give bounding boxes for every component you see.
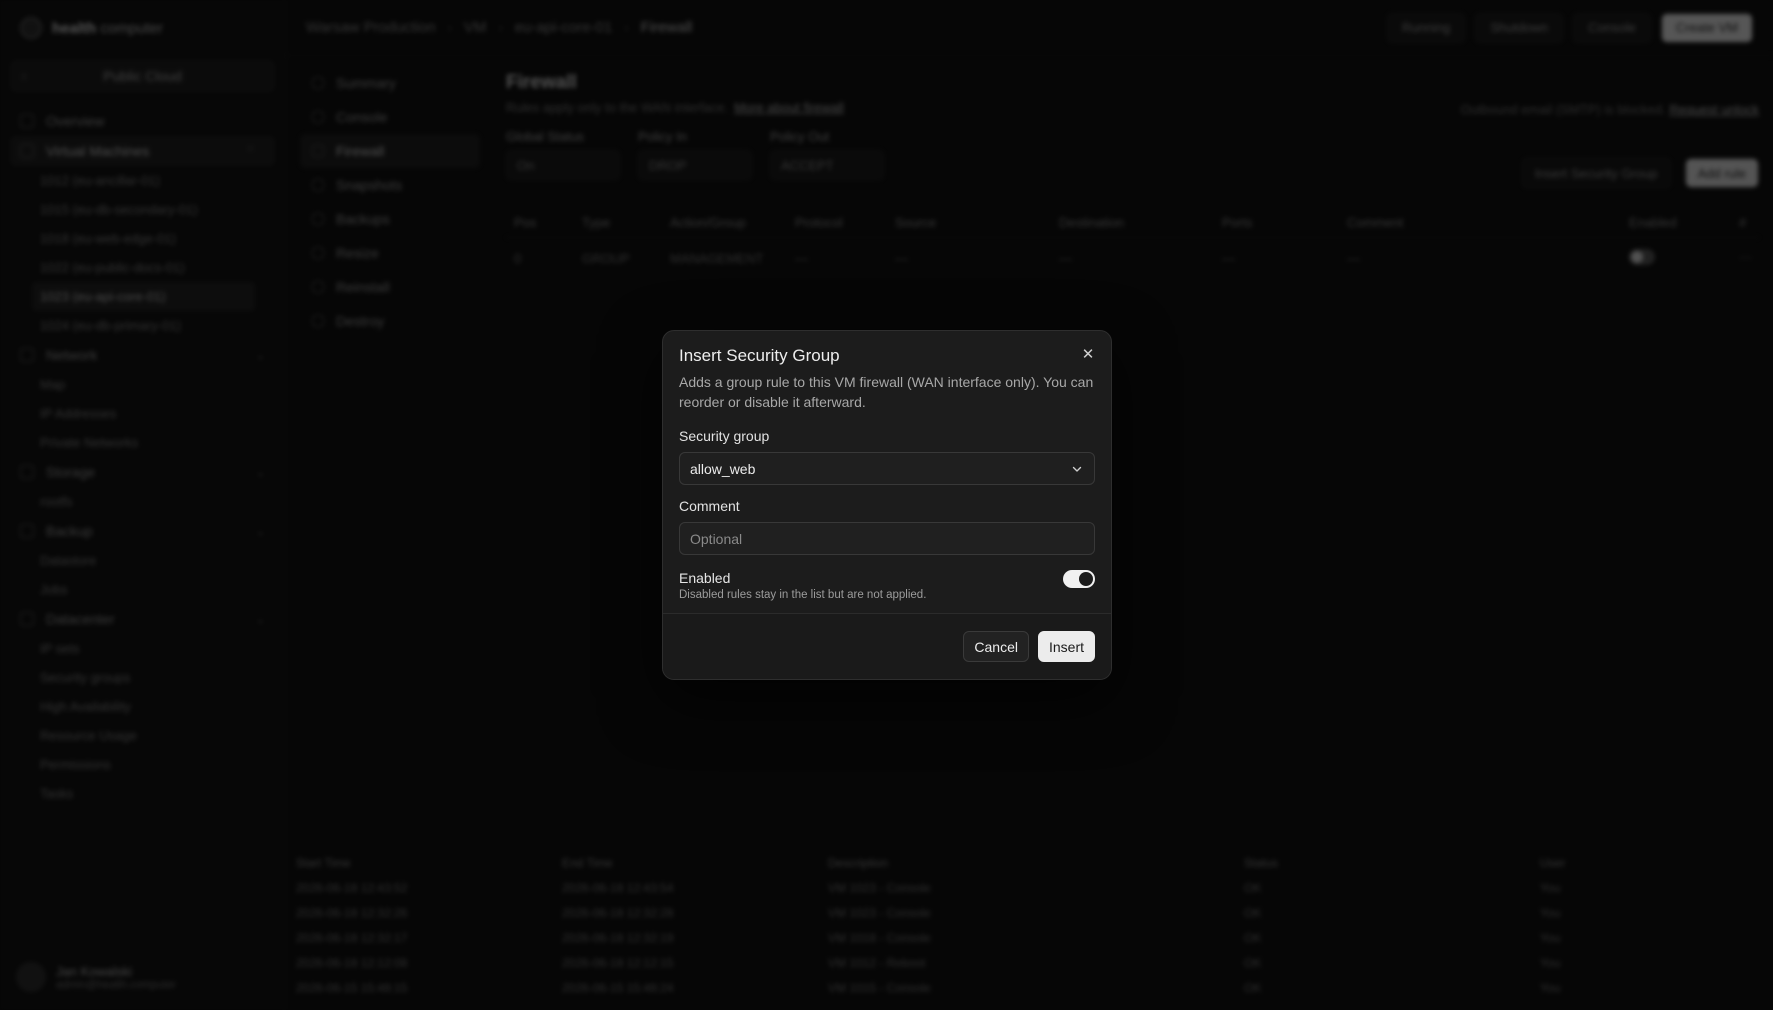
security-group-value: allow_web <box>690 460 756 477</box>
enabled-setting: Enabled Disabled rules stay in the list … <box>679 570 1095 601</box>
dialog-description: Adds a group rule to this VM firewall (W… <box>679 374 1094 410</box>
security-group-label: Security group <box>679 428 770 444</box>
dialog-title: Insert Security Group <box>679 346 840 365</box>
security-group-select[interactable]: allow_web <box>679 452 1095 485</box>
insert-button[interactable]: Insert <box>1037 631 1095 662</box>
enabled-toggle[interactable] <box>1063 570 1095 588</box>
comment-input[interactable] <box>679 522 1095 555</box>
toggle-knob <box>1079 572 1093 586</box>
close-icon[interactable]: ✕ <box>1079 345 1097 363</box>
insert-security-group-dialog: ✕ Insert Security Group Adds a group rul… <box>662 330 1112 680</box>
dialog-footer: Cancel Insert <box>663 613 1111 679</box>
chevron-down-icon <box>1071 462 1083 478</box>
enabled-label: Enabled <box>679 570 731 586</box>
enabled-hint: Disabled rules stay in the list but are … <box>679 589 927 601</box>
comment-label: Comment <box>679 498 740 514</box>
cancel-button[interactable]: Cancel <box>963 631 1029 662</box>
dialog-body: Insert Security Group Adds a group rule … <box>663 331 1111 601</box>
